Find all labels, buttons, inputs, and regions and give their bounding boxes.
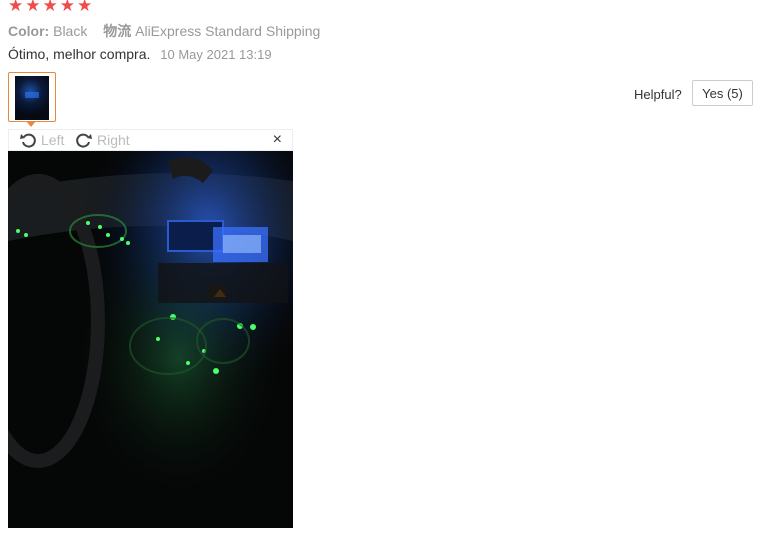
helpful-label: Helpful? [634, 87, 682, 102]
star-rating: ★ ★ ★ ★ ★ [8, 0, 92, 15]
image-viewer-toolbar: Left Right × [8, 129, 293, 151]
rotate-right-label: Right [97, 132, 130, 148]
review-body: Ótimo, melhor compra. 10 May 2021 13:19 [8, 46, 272, 62]
rotate-left-icon [20, 133, 36, 148]
color-label: Color: [8, 23, 50, 39]
star-icon: ★ [77, 0, 93, 15]
shipping-label: 物流 [103, 23, 132, 39]
star-icon: ★ [25, 0, 41, 15]
close-icon[interactable]: × [273, 130, 282, 150]
shipping-value: AliExpress Standard Shipping [135, 23, 321, 39]
rotate-left-button[interactable]: Left [19, 130, 64, 150]
thumbnail-image [15, 76, 49, 120]
rotate-right-icon [76, 133, 92, 148]
rotate-left-label: Left [41, 132, 65, 148]
star-icon: ★ [8, 0, 24, 15]
review-photo-large [8, 151, 293, 528]
review-photo-thumbnail[interactable] [8, 72, 56, 122]
review-date: 10 May 2021 13:19 [160, 47, 272, 62]
review-text: Ótimo, melhor compra. [8, 46, 151, 62]
star-icon: ★ [59, 0, 75, 15]
color-value: Black [53, 23, 88, 39]
car-dashboard-photo [8, 151, 293, 528]
review-meta: Color: Black 物流 AliExpress Standard Ship… [8, 21, 332, 41]
helpful-yes-button[interactable]: Yes (5) [692, 80, 753, 106]
star-icon: ★ [42, 0, 58, 15]
rotate-right-button[interactable]: Right [75, 130, 130, 150]
thumbnail-selected-arrow [26, 121, 36, 127]
